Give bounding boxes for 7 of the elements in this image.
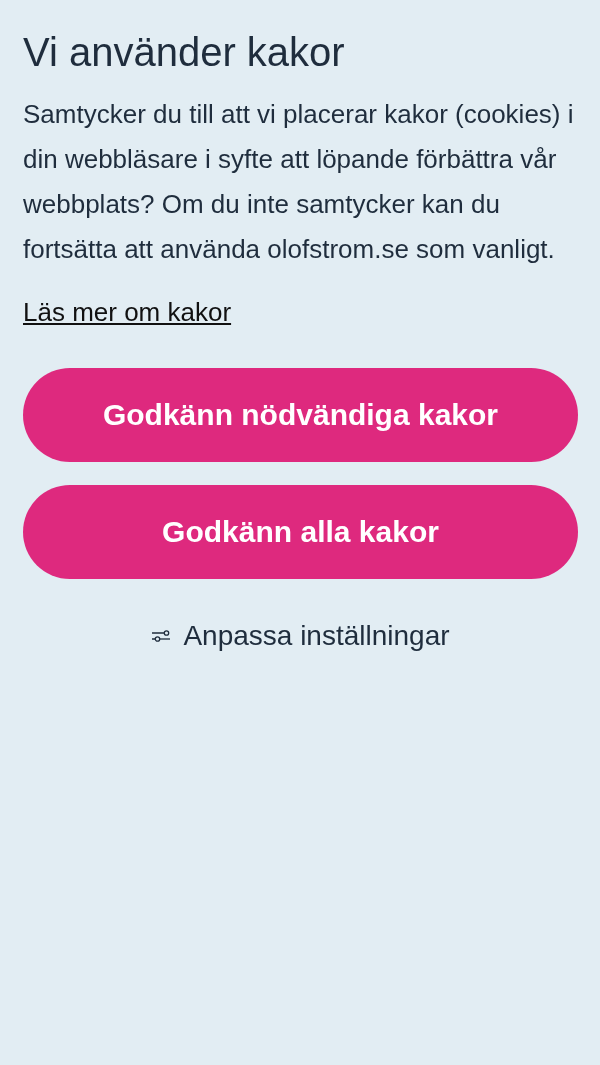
consent-text: Samtycker du till att vi placerar kakor (cookies) i din webbläsare i syfte att löpande förbättra vår webbplats? Om du inte samtycker kan du fortsätta att använda olofstrom.se som vanligt.: [23, 98, 575, 266]
dialog-title: Vi använder kakor: [23, 29, 346, 76]
read-more-link[interactable]: Läs mer om kakor: [23, 294, 232, 330]
sliders-icon: [151, 629, 172, 643]
accept-button[interactable]: Godkänn nödvändiga kakor: [23, 368, 578, 462]
customize-settings-button[interactable]: Anpassa inställningar: [183, 619, 450, 653]
accept-button[interactable]: Godkänn alla kakor: [23, 485, 578, 579]
